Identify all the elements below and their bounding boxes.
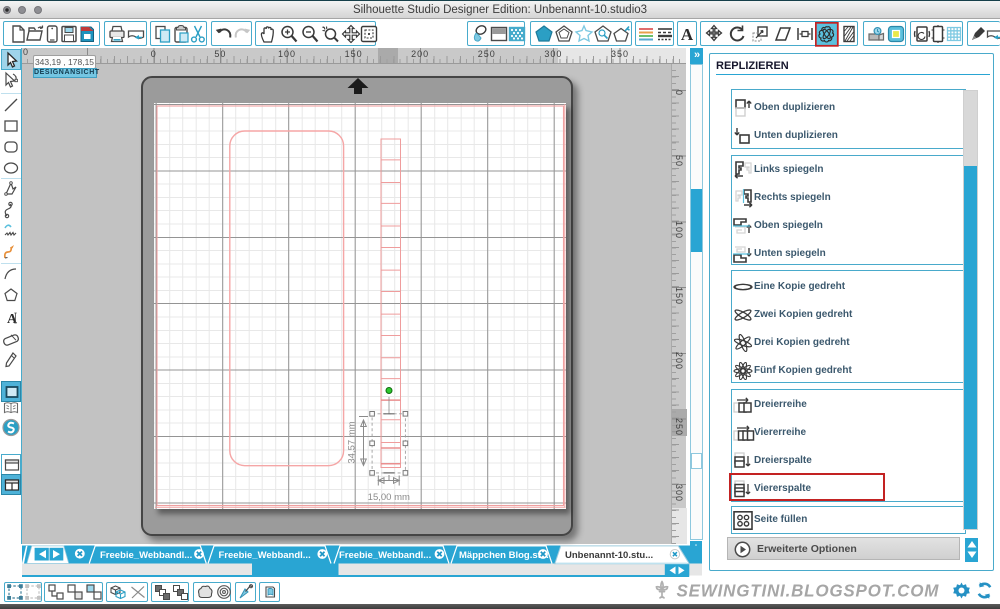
svg-text:Freebie_Webbandl...: Freebie_Webbandl... <box>339 550 431 561</box>
svg-text:Unbenannt-10.stu...: Unbenannt-10.stu... <box>565 550 653 561</box>
svg-text:Mäppchen Blog.st...: Mäppchen Blog.st... <box>459 550 549 561</box>
svg-text:Freebie_Webbandl...: Freebie_Webbandl... <box>219 550 311 561</box>
svg-text:Freebie_Webbandl...: Freebie_Webbandl... <box>100 550 192 561</box>
svg-text:A: A <box>7 312 18 327</box>
svg-text:34,57 mm: 34,57 mm <box>346 421 357 463</box>
svg-text:A: A <box>681 25 694 44</box>
svg-text:15,00 mm: 15,00 mm <box>367 492 409 503</box>
